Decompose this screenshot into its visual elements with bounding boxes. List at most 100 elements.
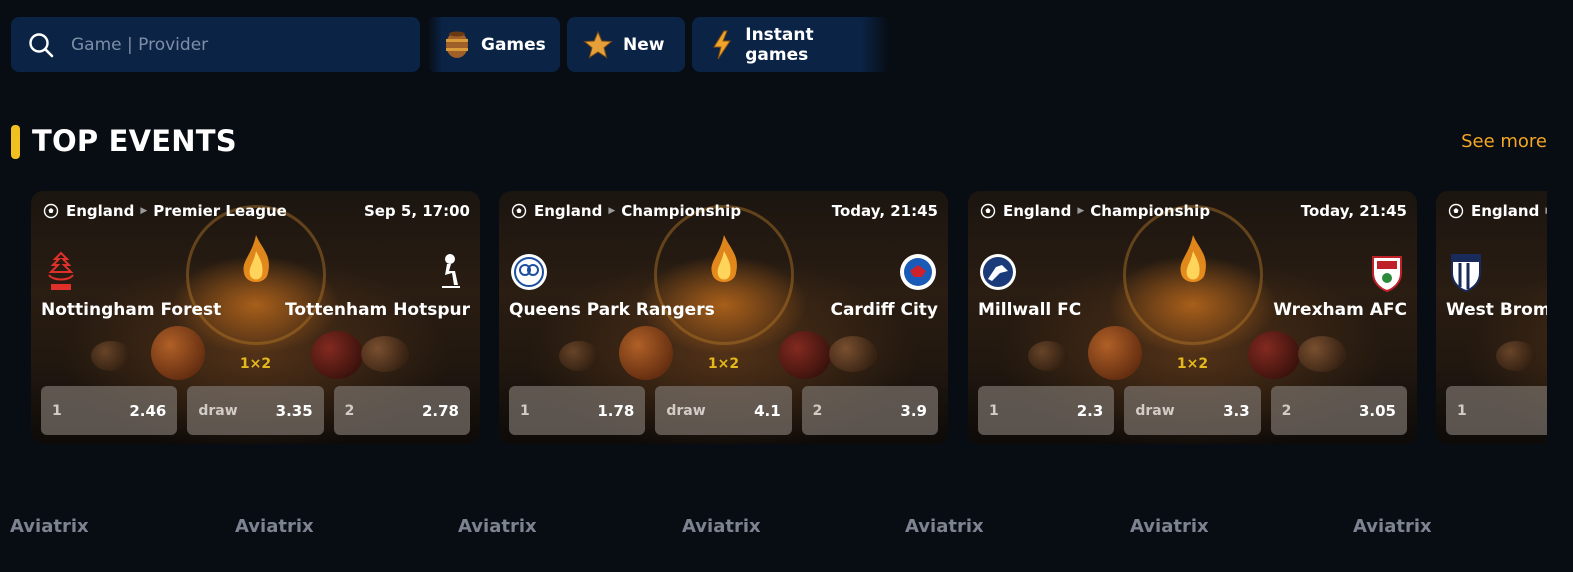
soccer-ball-icon (980, 203, 996, 219)
see-more-link[interactable]: See more (1461, 131, 1547, 152)
chevron-right-icon: ▶ (1545, 206, 1547, 216)
decor-ball (151, 326, 205, 380)
odd-value: 3.3 (1223, 401, 1250, 420)
chevron-right-icon: ▶ (1077, 206, 1085, 216)
search-icon (29, 32, 54, 57)
odd-label: 2 (812, 402, 823, 419)
event-country: England (1471, 202, 1540, 220)
odd-draw-button[interactable]: draw 3.35 (187, 386, 324, 435)
odd-home-button[interactable]: 1 2.46 (41, 386, 178, 435)
odd-away-button[interactable]: 2 2.78 (333, 386, 470, 435)
instant-games-button-label: Instant games (745, 24, 814, 65)
event-card[interactable]: England ▶ Premier League Sep 5, 17:00 No… (31, 191, 480, 444)
odd-away-button[interactable]: 2 3.05 (1270, 386, 1407, 435)
decor-ball (779, 331, 831, 379)
event-datetime: Today, 21:45 (1300, 202, 1407, 220)
chevron-right-icon: ▶ (608, 206, 616, 216)
provider-logo[interactable]: Aviatrix (235, 516, 314, 537)
instant-games-button[interactable]: Instant games (692, 17, 890, 72)
games-button-label: Games (481, 34, 546, 55)
cardiff-logo (900, 254, 936, 290)
market-label: 1×2 (1176, 356, 1209, 372)
search-box[interactable] (11, 17, 420, 72)
section-title: TOP EVENTS (32, 124, 237, 158)
wrexham-logo (1372, 256, 1402, 293)
qpr-logo (511, 254, 547, 290)
providers-strip: Aviatrix Aviatrix Aviatrix Aviatrix Avia… (10, 516, 1570, 542)
home-team: West Brom (1446, 300, 1547, 320)
star-icon (583, 30, 613, 60)
odd-draw-button[interactable]: draw 3.3 (1124, 386, 1261, 435)
home-team: Queens Park Rangers (509, 300, 715, 320)
odd-draw-button[interactable]: draw 4.1 (655, 386, 792, 435)
decor-ball (361, 336, 409, 372)
provider-logo[interactable]: Aviatrix (905, 516, 984, 537)
event-meta: England ▶ Championship Today, 21:45 (980, 201, 1407, 221)
event-card[interactable]: England ▶ West Brom 11 (1436, 191, 1547, 444)
odd-home-button[interactable]: 11 (1446, 386, 1547, 435)
home-team: Nottingham Forest (41, 300, 222, 320)
away-team: Wrexham AFC (1273, 300, 1407, 320)
decor-ball (559, 341, 599, 371)
odds-row: 1 2.46 draw 3.35 2 2.78 (41, 386, 470, 435)
odds-row: 1 1.78 draw 4.1 2 3.9 (509, 386, 938, 435)
decor-ball (1088, 326, 1142, 380)
event-country: England (66, 202, 135, 220)
event-meta: England ▶ (1448, 201, 1547, 221)
decor-ball (311, 331, 363, 379)
odd-value: 3.35 (275, 401, 313, 420)
event-card[interactable]: England ▶ Championship Today, 21:45 Mill… (968, 191, 1417, 444)
barrel-icon (443, 30, 471, 60)
new-button-label: New (623, 34, 665, 55)
event-datetime: Sep 5, 17:00 (363, 202, 470, 220)
event-card[interactable]: England ▶ Championship Today, 21:45 Quee… (499, 191, 948, 444)
odd-label: draw (666, 402, 706, 419)
odd-value: 3.05 (1358, 401, 1396, 420)
search-input[interactable] (71, 34, 371, 55)
events-carousel: England ▶ Premier League Sep 5, 17:00 No… (31, 191, 1547, 446)
event-country: England (1003, 202, 1072, 220)
games-button[interactable]: Games (427, 17, 560, 72)
decor-ball (91, 341, 131, 371)
odd-value: 4.1 (754, 401, 781, 420)
odds-row: 1 2.3 draw 3.3 2 3.05 (978, 386, 1407, 435)
flame-decoration (242, 235, 269, 282)
provider-logo[interactable]: Aviatrix (1353, 516, 1432, 537)
odd-label: draw (198, 402, 238, 419)
provider-logo[interactable]: Aviatrix (10, 516, 89, 537)
nottingham-forest-logo (48, 251, 74, 290)
event-meta: England ▶ Premier League Sep 5, 17:00 (43, 201, 470, 221)
top-bar: Games New Instant games (11, 17, 890, 72)
odd-label: draw (1135, 402, 1175, 419)
provider-logo[interactable]: Aviatrix (682, 516, 761, 537)
soccer-ball-icon (511, 203, 527, 219)
odd-home-button[interactable]: 1 2.3 (978, 386, 1115, 435)
chevron-right-icon: ▶ (140, 206, 148, 216)
decor-ball (829, 336, 877, 372)
lightning-icon (708, 30, 735, 60)
odd-value: 3.9 (900, 401, 927, 420)
section-accent-bar (11, 125, 20, 159)
away-team: Cardiff City (830, 300, 938, 320)
odd-value: 2.78 (421, 401, 459, 420)
flame-decoration (1179, 235, 1206, 282)
odd-away-button[interactable]: 2 3.9 (801, 386, 938, 435)
flame-decoration (710, 235, 737, 282)
tottenham-logo (442, 254, 460, 288)
new-button[interactable]: New (567, 17, 685, 72)
decor-ball (619, 326, 673, 380)
top-events-header: TOP EVENTS See more (11, 124, 1547, 160)
provider-logo[interactable]: Aviatrix (458, 516, 537, 537)
home-team: Millwall FC (978, 300, 1082, 320)
odd-label: 1 (520, 402, 530, 419)
provider-logo[interactable]: Aviatrix (1130, 516, 1209, 537)
odd-label: 1 (52, 402, 62, 419)
odds-row: 11 (1446, 386, 1547, 435)
soccer-ball-icon (1448, 203, 1464, 219)
decor-ball (1496, 341, 1536, 371)
soccer-ball-icon (43, 203, 59, 219)
decor-ball (1248, 331, 1300, 379)
odd-home-button[interactable]: 1 1.78 (509, 386, 646, 435)
odd-value: 2.3 (1076, 401, 1104, 420)
away-team: Tottenham Hotspur (285, 300, 470, 320)
